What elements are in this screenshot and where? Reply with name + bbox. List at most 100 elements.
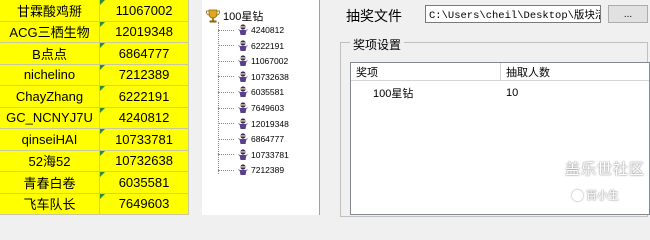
ninja-icon xyxy=(238,117,248,129)
ninja-icon xyxy=(238,55,248,67)
id-text: 7212389 xyxy=(118,67,170,83)
name-text: 52海52 xyxy=(28,154,71,170)
watermark-title: 盖乐世社区 xyxy=(565,161,646,178)
name-text: B点点 xyxy=(32,46,67,62)
tree-node[interactable]: 10732638 xyxy=(218,71,289,83)
browse-button[interactable]: ... xyxy=(608,5,648,23)
splitter[interactable] xyxy=(189,0,202,215)
id-cell[interactable]: 6222191 xyxy=(100,86,189,108)
id-cell[interactable]: 4240812 xyxy=(100,107,189,129)
name-cell[interactable]: GC_NCNYJ7U xyxy=(0,107,100,129)
tree-node[interactable]: 7212389 xyxy=(218,164,284,176)
comment-marker xyxy=(100,43,105,48)
sheet-row: 52海52 10732638 xyxy=(0,150,189,172)
sheet-row: ChayZhang 6222191 xyxy=(0,86,189,108)
tree-node-label: 12019348 xyxy=(251,118,289,129)
tree-branch-line xyxy=(218,76,234,78)
id-cell[interactable]: 12019348 xyxy=(100,21,189,43)
tree-node[interactable]: 7649603 xyxy=(218,102,284,114)
ninja-icon xyxy=(238,86,248,98)
sheet-row: nichelino 7212389 xyxy=(0,64,189,86)
list-item[interactable]: 100星钻 10 xyxy=(351,84,649,102)
name-cell[interactable]: B点点 xyxy=(0,43,100,65)
watermark-author: 百小生 xyxy=(572,187,619,203)
ninja-icon xyxy=(238,164,248,176)
tree-branch-line xyxy=(218,154,234,156)
comment-marker xyxy=(100,107,105,113)
tree-node-label: 10733781 xyxy=(251,149,289,160)
tree-node[interactable]: 4240812 xyxy=(218,24,284,36)
id-cell[interactable]: 7649603 xyxy=(100,193,189,215)
name-text: ChayZhang xyxy=(15,88,84,104)
name-cell[interactable]: qinseiHAI xyxy=(0,129,100,151)
tree-node-label: 7649603 xyxy=(251,103,285,113)
name-cell[interactable]: 52海52 xyxy=(0,150,100,172)
id-cell[interactable]: 10732638 xyxy=(100,150,189,172)
id-cell[interactable]: 10733781 xyxy=(100,129,189,151)
id-text: 10732638 xyxy=(115,153,173,169)
name-cell[interactable]: 青春白卷 xyxy=(0,172,100,194)
tree-node-label: 6222191 xyxy=(251,40,285,51)
tree-node-label: 7212389 xyxy=(251,165,285,176)
spreadsheet: 甘霖酸鸡掰 11067002 ACG三栖生物 12019348 B点点 6864… xyxy=(0,0,189,215)
tree-branch-line xyxy=(218,123,234,125)
comment-marker xyxy=(100,64,105,70)
settings-panel: 抽奖文件 C:\Users\cheil\Desktop\版块活 ... 奖项设置… xyxy=(332,0,650,217)
comment-marker xyxy=(100,0,105,5)
id-cell[interactable]: 6035581 xyxy=(100,172,189,194)
result-tree[interactable]: 100星钻 4240812 6222191 11067002 10732638 6035… xyxy=(202,0,320,215)
sheet-row: 飞车队长 7649603 xyxy=(0,193,189,215)
id-text: 4240812 xyxy=(118,110,170,126)
id-cell[interactable]: 11067002 xyxy=(100,0,189,22)
sheet-row: 青春白卷 6035581 xyxy=(0,172,189,194)
name-cell[interactable]: 飞车队长 xyxy=(0,193,100,215)
sheet-row: 甘霖酸鸡掰 11067002 xyxy=(0,0,189,22)
comment-marker xyxy=(100,193,105,199)
name-cell[interactable]: ChayZhang xyxy=(0,86,100,108)
column-header-prize[interactable]: 奖项 xyxy=(351,63,501,80)
tree-branch-line xyxy=(218,107,234,109)
id-cell[interactable]: 7212389 xyxy=(100,64,189,86)
tree-root-label: 100星钻 xyxy=(223,11,264,23)
name-text: 甘霖酸鸡掰 xyxy=(16,3,82,19)
id-text: 6864777 xyxy=(118,45,170,61)
id-text: 12019348 xyxy=(115,24,173,40)
name-text: 飞车队长 xyxy=(23,197,76,213)
tree-node-label: 4240812 xyxy=(251,25,285,35)
tree-node[interactable]: 11067002 xyxy=(218,55,288,67)
comment-marker xyxy=(100,150,105,156)
tree-node[interactable]: 6222191 xyxy=(218,39,285,52)
ninja-icon xyxy=(238,71,248,82)
name-cell[interactable]: ACG三栖生物 xyxy=(0,21,100,43)
comment-marker xyxy=(100,172,105,177)
comment-marker xyxy=(100,21,105,27)
id-cell[interactable]: 6864777 xyxy=(100,43,189,65)
name-cell[interactable]: 甘霖酸鸡掰 xyxy=(0,0,100,22)
comment-marker xyxy=(100,129,105,134)
ninja-icon xyxy=(238,133,248,145)
tree-node[interactable]: 12019348 xyxy=(218,117,289,130)
sheet-row: ACG三栖生物 12019348 xyxy=(0,21,189,43)
tree-node[interactable]: 6864777 xyxy=(218,133,284,145)
tree-branch-line xyxy=(218,29,234,31)
column-header-count[interactable]: 抽取人数 xyxy=(501,63,649,80)
tree-branch-line xyxy=(218,91,234,93)
name-cell[interactable]: nichelino xyxy=(0,64,100,86)
name-text: 青春白卷 xyxy=(23,175,76,191)
name-text: GC_NCNYJ7U xyxy=(6,110,93,126)
tree-node[interactable]: 6035581 xyxy=(218,86,284,98)
sheet-row: B点点 6864777 xyxy=(0,43,189,65)
name-text: ACG三栖生物 xyxy=(9,25,90,41)
ninja-icon xyxy=(238,149,248,160)
name-text: nichelino xyxy=(23,67,76,83)
id-text: 7649603 xyxy=(118,196,170,212)
ninja-icon xyxy=(238,39,248,51)
tree-node-label: 6035581 xyxy=(251,87,285,98)
id-text: 11067002 xyxy=(115,2,173,18)
tree-root-item[interactable]: 100星钻 xyxy=(202,8,263,24)
file-label: 抽奖文件 xyxy=(346,8,402,24)
file-path-input[interactable]: C:\Users\cheil\Desktop\版块活 xyxy=(425,5,601,23)
sheet-row: GC_NCNYJ7U 4240812 xyxy=(0,107,189,129)
tree-branch-line xyxy=(218,45,234,47)
tree-node[interactable]: 10733781 xyxy=(218,149,289,161)
